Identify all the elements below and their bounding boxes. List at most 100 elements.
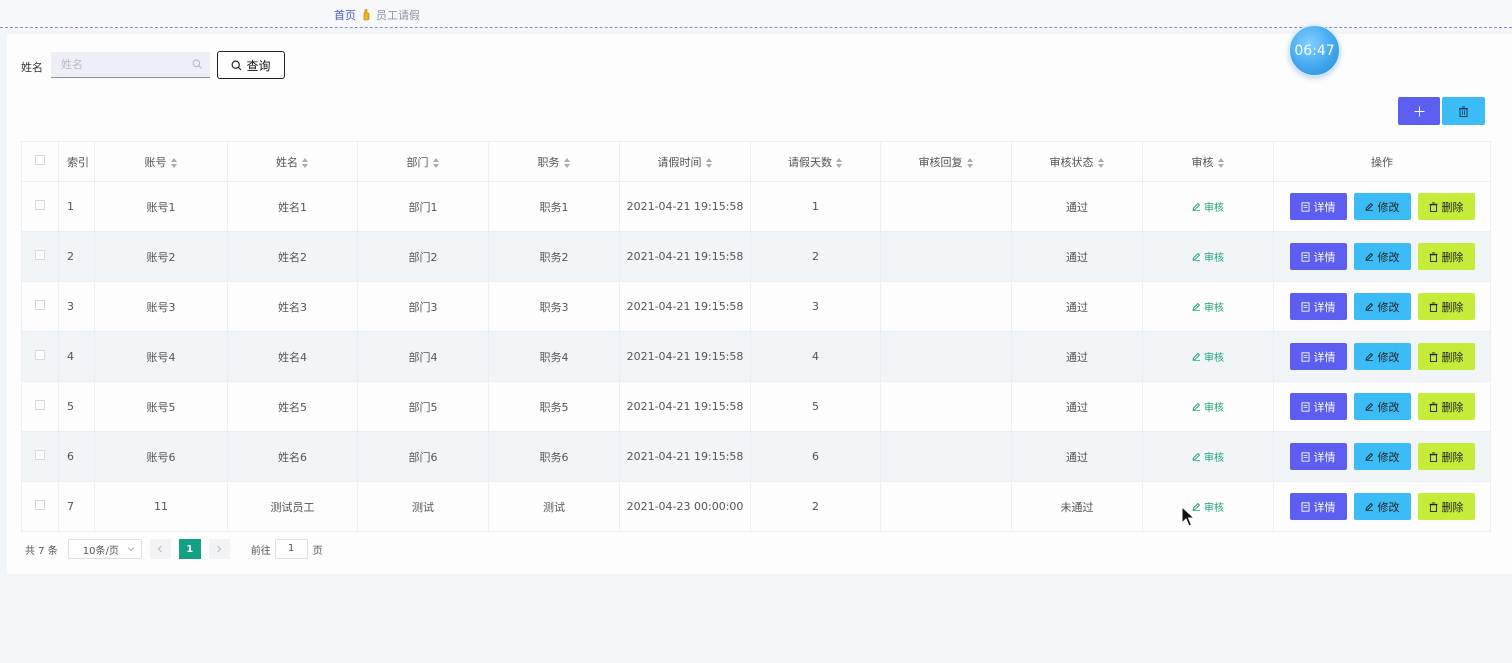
- table-row[interactable]: 2 账号2 姓名2 部门2 职务2 2021-04-21 19:15:58 2 通过 审核 详情修…: [21, 231, 1491, 282]
- sort-icon[interactable]: [1097, 157, 1105, 168]
- table-row[interactable]: 4 账号4 姓名4 部门4 职务4 2021-04-21 19:15:58 4 通过 审核 详情修…: [21, 331, 1491, 382]
- row-select-cell[interactable]: [21, 381, 59, 432]
- col-header-name[interactable]: 姓名: [227, 141, 358, 182]
- delete-button[interactable]: 删除: [1417, 393, 1475, 420]
- row-checkbox[interactable]: [35, 500, 45, 510]
- select-all-checkbox[interactable]: [35, 155, 45, 165]
- delete-button[interactable]: 删除: [1417, 193, 1475, 220]
- cell-index: 3: [58, 281, 95, 332]
- delete-button[interactable]: 删除: [1417, 493, 1475, 520]
- prev-page-button[interactable]: [149, 539, 171, 559]
- col-header-status[interactable]: 审核状态: [1011, 141, 1143, 182]
- delete-button[interactable]: 删除: [1417, 343, 1475, 370]
- detail-button[interactable]: 详情: [1289, 393, 1347, 420]
- edit-icon: [1192, 302, 1201, 311]
- review-link[interactable]: 审核: [1192, 349, 1224, 364]
- row-select-cell[interactable]: [21, 281, 59, 332]
- table-row[interactable]: 1 账号1 姓名1 部门1 职务1 2021-04-21 19:15:58 1 通过 审核 详情修…: [21, 181, 1491, 232]
- sort-icon[interactable]: [302, 157, 309, 168]
- search-icon: [192, 59, 202, 69]
- sort-icon[interactable]: [432, 157, 440, 168]
- query-button[interactable]: 查询: [217, 51, 285, 79]
- cell-status: 通过: [1011, 431, 1143, 482]
- cell-name: 姓名5: [227, 381, 358, 432]
- cell-account: 账号2: [94, 231, 228, 282]
- row-checkbox[interactable]: [35, 350, 45, 360]
- delete-button[interactable]: 删除: [1417, 293, 1475, 320]
- search-field[interactable]: [51, 52, 210, 78]
- page-size-select[interactable]: 10条/页: [67, 539, 142, 559]
- col-header-days[interactable]: 请假天数: [750, 141, 881, 182]
- delete-button[interactable]: 删除: [1417, 243, 1475, 270]
- row-checkbox[interactable]: [35, 300, 45, 310]
- review-link[interactable]: 审核: [1192, 499, 1224, 514]
- detail-button[interactable]: 详情: [1289, 243, 1347, 270]
- trash-icon: [1429, 301, 1437, 312]
- col-header-post[interactable]: 职务: [488, 141, 620, 182]
- table-row[interactable]: 7 11 测试员工 测试 测试 2021-04-23 00:00:00 2 未通过 审核 详情 修改…: [21, 481, 1491, 532]
- breadcrumb-home[interactable]: 首页: [334, 7, 356, 23]
- cell-reply: [880, 231, 1012, 282]
- review-link[interactable]: 审核: [1192, 449, 1224, 464]
- row-checkbox[interactable]: [35, 250, 45, 260]
- row-select-cell[interactable]: [21, 331, 59, 382]
- page-number-current[interactable]: 1: [178, 539, 201, 559]
- row-select-cell[interactable]: [21, 481, 59, 532]
- col-header-account[interactable]: 账号: [94, 141, 228, 182]
- cell-dept: 测试: [357, 481, 489, 532]
- col-header-reply[interactable]: 审核回复: [880, 141, 1012, 182]
- table-row[interactable]: 6 账号6 姓名6 部门6 职务6 2021-04-21 19:15:58 6 通过 审核 详情修…: [21, 431, 1491, 482]
- table-row[interactable]: 3 账号3 姓名3 部门3 职务3 2021-04-21 19:15:58 3 通过 审核 详情修…: [21, 281, 1491, 332]
- search-input[interactable]: [61, 58, 191, 71]
- table-row[interactable]: 5 账号5 姓名5 部门5 职务5 2021-04-21 19:15:58 5 通过 审核 详情修…: [21, 381, 1491, 432]
- review-link[interactable]: 审核: [1192, 299, 1224, 314]
- add-button[interactable]: [1398, 97, 1440, 125]
- document-icon: [1301, 351, 1309, 362]
- detail-button[interactable]: 详情: [1289, 443, 1347, 470]
- cell-time: 2021-04-21 19:15:58: [619, 381, 751, 432]
- edit-button[interactable]: 修改: [1353, 293, 1411, 320]
- edit-button[interactable]: 修改: [1353, 393, 1411, 420]
- sort-icon[interactable]: [563, 157, 571, 168]
- edit-button[interactable]: 修改: [1353, 493, 1411, 520]
- edit-icon: [1364, 202, 1373, 211]
- review-link[interactable]: 审核: [1192, 249, 1224, 264]
- row-checkbox[interactable]: [35, 400, 45, 410]
- review-link[interactable]: 审核: [1192, 399, 1224, 414]
- document-icon: [1301, 451, 1309, 462]
- review-link[interactable]: 审核: [1192, 199, 1224, 214]
- row-select-cell[interactable]: [21, 231, 59, 282]
- row-checkbox[interactable]: [35, 450, 45, 460]
- select-all-cell[interactable]: [21, 141, 59, 182]
- bulk-delete-button[interactable]: [1442, 97, 1485, 125]
- sort-icon[interactable]: [966, 157, 974, 168]
- cell-post: 职务4: [488, 331, 620, 382]
- cell-dept: 部门4: [357, 331, 489, 382]
- sort-icon[interactable]: [1217, 157, 1225, 168]
- sort-icon[interactable]: [705, 157, 713, 168]
- row-select-cell[interactable]: [21, 181, 59, 232]
- edit-button[interactable]: 修改: [1353, 243, 1411, 270]
- detail-button[interactable]: 详情: [1289, 343, 1347, 370]
- cell-account: 账号6: [94, 431, 228, 482]
- goto-label: 前往: [250, 545, 271, 557]
- edit-button[interactable]: 修改: [1353, 443, 1411, 470]
- next-page-button[interactable]: [208, 539, 230, 559]
- col-header-time[interactable]: 请假时间: [619, 141, 751, 182]
- detail-button[interactable]: 详情: [1289, 293, 1347, 320]
- detail-button[interactable]: 详情: [1289, 493, 1347, 520]
- detail-button[interactable]: 详情: [1289, 193, 1347, 220]
- col-header-review[interactable]: 审核: [1142, 141, 1274, 182]
- delete-button[interactable]: 删除: [1417, 443, 1475, 470]
- document-icon: [1301, 501, 1309, 512]
- row-checkbox[interactable]: [35, 200, 45, 210]
- goto-page-input[interactable]: 1: [274, 539, 308, 559]
- col-header-dept[interactable]: 部门: [357, 141, 489, 182]
- edit-button[interactable]: 修改: [1353, 193, 1411, 220]
- sort-icon[interactable]: [170, 157, 178, 168]
- chevron-left-icon: [158, 545, 163, 553]
- table-header: 索引 账号 姓名 部门 职务 请假时间 请假天数 审核回复 审核状态 审核 操作: [21, 141, 1491, 182]
- edit-button[interactable]: 修改: [1353, 343, 1411, 370]
- row-select-cell[interactable]: [21, 431, 59, 482]
- sort-icon[interactable]: [836, 157, 843, 168]
